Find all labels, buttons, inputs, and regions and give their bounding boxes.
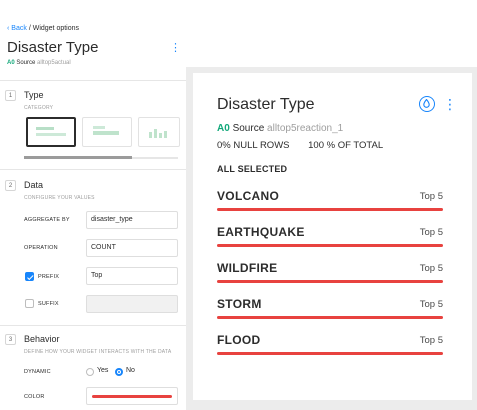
aggregate-by-label: AGGREGATE BY	[24, 217, 70, 223]
type-preview-bar	[159, 133, 162, 138]
source-label: Source	[16, 60, 36, 66]
panel-title: Disaster Type	[7, 39, 99, 56]
breadcrumb-separator: /	[28, 25, 31, 32]
type-preview-line	[36, 127, 54, 130]
source-name: alltop5actual	[37, 60, 71, 66]
section-title-behavior: Behavior	[24, 334, 60, 344]
type-preview-line	[36, 133, 66, 136]
droplet-icon[interactable]	[419, 96, 435, 112]
color-swatch-bar	[92, 395, 172, 398]
type-option-histogram[interactable]	[138, 117, 180, 147]
section-subtitle-behavior: DEFINE HOW YOUR WIDGET INTERACTS WITH TH…	[24, 349, 172, 355]
suffix-input[interactable]	[86, 295, 178, 313]
null-rows-stat: 0% NULL ROWS	[217, 140, 290, 151]
category-bar	[217, 208, 443, 211]
more-vertical-icon[interactable]: ⋮	[443, 97, 457, 111]
section-subtitle-type: CATEGORY	[24, 105, 54, 111]
step-number-behavior: 3	[5, 334, 16, 345]
back-link[interactable]: Back	[11, 25, 27, 32]
panel-source: A0 Source alltop5actual	[7, 60, 71, 66]
category-value: Top 5	[419, 299, 443, 310]
category-name: VOLCANO	[217, 189, 280, 203]
type-option-category-bar[interactable]	[82, 117, 132, 147]
category-bar	[217, 316, 443, 319]
dynamic-no-radio[interactable]	[115, 368, 123, 376]
type-preview-bar	[149, 132, 152, 138]
chevron-left-icon[interactable]: ‹	[7, 25, 9, 32]
widget-source: A0 Source alltop5reaction_1	[217, 123, 343, 134]
type-option-category-list[interactable]	[26, 117, 76, 147]
category-name: STORM	[217, 297, 262, 311]
source-name: alltop5reaction_1	[267, 123, 344, 134]
category-bar	[217, 244, 443, 247]
operation-label: OPERATION	[24, 245, 58, 251]
source-badge: A0	[217, 123, 230, 134]
widget-title: Disaster Type	[217, 96, 315, 113]
type-scrollbar-thumb[interactable]	[24, 156, 132, 159]
dynamic-label: DYNAMIC	[24, 369, 51, 375]
breadcrumb-current: Widget options	[32, 25, 80, 32]
type-preview-bar	[154, 129, 157, 138]
dynamic-yes-label[interactable]: Yes	[97, 367, 108, 374]
type-preview-bar	[93, 131, 119, 135]
category-row[interactable]: VOLCANO Top 5	[217, 189, 443, 211]
divider	[0, 80, 186, 81]
aggregate-by-select[interactable]: disaster_type	[86, 211, 178, 229]
category-value: Top 5	[419, 263, 443, 274]
prefix-checkbox[interactable]	[25, 272, 34, 281]
step-number-data: 2	[5, 180, 16, 191]
category-name: EARTHQUAKE	[217, 225, 305, 239]
category-bar	[217, 352, 443, 355]
category-value: Top 5	[419, 227, 443, 238]
category-value: Top 5	[419, 335, 443, 346]
category-row[interactable]: WILDFIRE Top 5	[217, 261, 443, 283]
category-bar	[217, 280, 443, 283]
suffix-label: SUFFIX	[38, 301, 59, 307]
divider	[0, 169, 186, 170]
category-row[interactable]: FLOOD Top 5	[217, 333, 443, 355]
color-label: COLOR	[24, 394, 45, 400]
section-title-type: Type	[24, 90, 44, 100]
category-widget: Disaster Type ⋮ A0 Source alltop5reactio…	[193, 73, 472, 400]
category-name: WILDFIRE	[217, 261, 278, 275]
all-selected-label[interactable]: ALL SELECTED	[217, 164, 287, 174]
section-subtitle-data: CONFIGURE YOUR VALUES	[24, 195, 95, 201]
type-preview-line	[93, 126, 105, 129]
category-name: FLOOD	[217, 333, 261, 347]
suffix-checkbox[interactable]	[25, 299, 34, 308]
prefix-label: PREFIX	[38, 274, 60, 280]
type-preview-bar	[164, 131, 167, 138]
widget-stats: 0% NULL ROWS 100 % OF TOTAL	[217, 140, 399, 151]
step-number-type: 1	[5, 90, 16, 101]
breadcrumb: ‹ Back / Widget options	[7, 25, 79, 32]
dynamic-yes-radio[interactable]	[86, 368, 94, 376]
source-badge: A0	[7, 60, 15, 66]
widget-options-panel: ‹ Back / Widget options Disaster Type ⋮ …	[0, 0, 186, 410]
prefix-input[interactable]: Top	[86, 267, 178, 285]
more-vertical-icon[interactable]: ⋮	[170, 43, 181, 54]
category-row[interactable]: EARTHQUAKE Top 5	[217, 225, 443, 247]
color-picker[interactable]	[86, 387, 178, 405]
source-label: Source	[232, 123, 265, 134]
section-title-data: Data	[24, 180, 44, 190]
operation-select[interactable]: COUNT	[86, 239, 178, 257]
divider	[0, 325, 186, 326]
category-value: Top 5	[419, 191, 443, 202]
category-row[interactable]: STORM Top 5	[217, 297, 443, 319]
percent-total-stat: 100 % OF TOTAL	[308, 140, 384, 151]
dynamic-no-label[interactable]: No	[126, 367, 135, 374]
